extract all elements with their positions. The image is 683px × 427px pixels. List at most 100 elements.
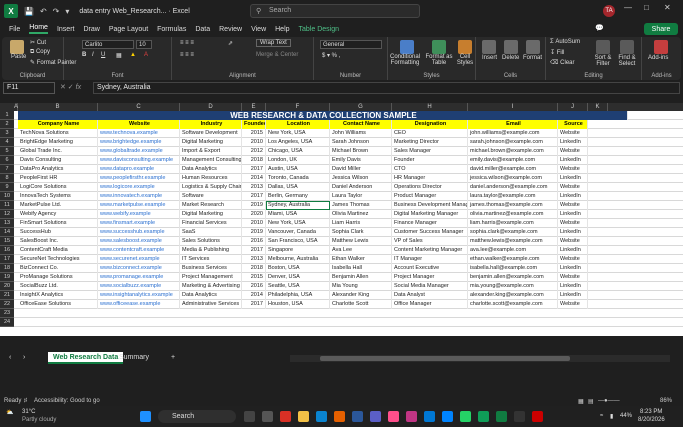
italic-button[interactable]: I [92, 52, 94, 58]
fx-icon[interactable]: ✕ ✓ fx [60, 83, 81, 91]
table-cell[interactable]: Chicago, USA [266, 147, 330, 156]
table-cell[interactable]: Digital Marketing Manager [392, 210, 468, 219]
table-cell[interactable]: LinkedIn [558, 264, 588, 273]
tab-summary[interactable]: Summary [114, 352, 154, 364]
table-cell[interactable]: olivia.martinez@example.com [468, 210, 558, 219]
table-cell[interactable]: San Francisco, USA [266, 237, 330, 246]
table-cell[interactable]: www.peoplefirsthr.example [98, 174, 180, 183]
sheet-title[interactable]: WEB RESEARCH & DATA COLLECTION SAMPLE [18, 111, 628, 120]
table-cell[interactable]: Melbourne, Australia [266, 255, 330, 264]
delete-cells-icon[interactable] [504, 40, 518, 54]
table-cell[interactable]: CEO [392, 129, 468, 138]
column-header-e[interactable]: E [242, 103, 266, 111]
table-cell[interactable]: Miami, USA [266, 210, 330, 219]
table-cell[interactable]: Jessica Wilson [330, 174, 392, 183]
merge-center-button[interactable]: Merge & Center [256, 52, 298, 58]
teams-icon[interactable] [370, 411, 381, 422]
wrap-text-button[interactable]: Wrap Text [256, 39, 291, 47]
fill-button[interactable]: ↧ Fill [550, 49, 564, 56]
tab-table-design[interactable]: Table Design [299, 26, 339, 33]
tab-file[interactable]: File [9, 26, 20, 33]
table-cell[interactable]: Marketing & Advertising [180, 282, 242, 291]
table-cell[interactable]: www.insightanalytics.example [98, 291, 180, 300]
close-icon[interactable]: ✕ [664, 3, 671, 12]
table-cell[interactable]: laura.taylor@example.com [468, 192, 558, 201]
table-cell[interactable]: sarah.johnson@example.com [468, 138, 558, 147]
align-top-icon[interactable]: ≡ ≡ ≡ [180, 40, 194, 46]
store-icon[interactable] [424, 411, 435, 422]
table-cell[interactable]: Financial Services [180, 219, 242, 228]
file-explorer-icon[interactable] [298, 411, 309, 422]
conditional-formatting-icon[interactable] [400, 40, 414, 54]
tab-help[interactable]: Help [275, 26, 289, 33]
table-cell[interactable]: IT Manager [392, 255, 468, 264]
table-cell[interactable]: Digital Marketing [180, 210, 242, 219]
table-cell[interactable]: Alexander King [330, 291, 392, 300]
row-header[interactable]: 15 [0, 237, 14, 246]
table-cell[interactable]: 2015 [242, 273, 266, 282]
tab-page-layout[interactable]: Page Layout [109, 26, 148, 33]
table-row[interactable]: BrightEdge Marketing www.brightedge.examp… [14, 138, 683, 147]
row-header[interactable]: 18 [0, 264, 14, 273]
table-cell[interactable]: benjamin.allen@example.com [468, 273, 558, 282]
table-cell[interactable]: Liam Harris [330, 219, 392, 228]
name-box[interactable]: F11 [3, 82, 55, 94]
table-cell[interactable]: Founder [392, 156, 468, 165]
format-cells-icon[interactable] [526, 40, 540, 54]
table-cell[interactable]: LinkedIn [558, 174, 588, 183]
table-cell[interactable]: Boston, USA [266, 264, 330, 273]
borders-icon[interactable]: ▦ [116, 52, 122, 59]
table-row[interactable]: MarketPulse Ltd. www.marketpulse.example M… [14, 201, 683, 210]
weather-temp[interactable]: 31°C [22, 409, 35, 415]
table-cell[interactable]: Charlotte Scott [330, 300, 392, 309]
table-cell[interactable]: Dallas, USA [266, 183, 330, 192]
table-cell[interactable]: 2017 [242, 192, 266, 201]
table-cell[interactable]: LinkedIn [558, 210, 588, 219]
empty-row[interactable] [14, 318, 683, 327]
table-cell[interactable]: New York, USA [266, 219, 330, 228]
table-cell[interactable]: Finance Manager [392, 219, 468, 228]
table-cell[interactable]: John Williams [330, 129, 392, 138]
table-cell[interactable]: Austin, USA [266, 165, 330, 174]
row-header[interactable]: 9 [0, 183, 14, 192]
table-cell[interactable]: 2013 [242, 255, 266, 264]
firefox-icon[interactable] [334, 411, 345, 422]
table-row[interactable]: Webify Agency www.webify.example Digital M… [14, 210, 683, 219]
table-row[interactable]: ProManage Solutions www.promanage.example… [14, 273, 683, 282]
column-header-b[interactable]: B [18, 103, 98, 111]
search-box[interactable]: ⚲ Search [250, 4, 420, 18]
table-row[interactable]: SocialBuzz Ltd. www.socialbuzz.example Mar… [14, 282, 683, 291]
table-cell[interactable]: Content Marketing Manager [392, 246, 468, 255]
font-name-select[interactable]: Carlito [82, 40, 134, 49]
share-button[interactable]: Share [644, 23, 678, 35]
tab-formulas[interactable]: Formulas [157, 26, 186, 33]
table-cell[interactable]: Industry [180, 120, 242, 129]
table-row[interactable]: InnovaTech Systems www.innovatech.example… [14, 192, 683, 201]
table-cell[interactable]: www.brightedge.example [98, 138, 180, 147]
app-icon[interactable] [388, 411, 399, 422]
bold-button[interactable]: B [82, 52, 86, 58]
table-cell[interactable]: Project Management [180, 273, 242, 282]
table-cell[interactable]: Sarah Johnson [330, 138, 392, 147]
table-cell[interactable]: www.finsmart.example [98, 219, 180, 228]
table-cell[interactable]: LinkedIn [558, 282, 588, 291]
font-color-icon[interactable]: A [144, 52, 148, 58]
font-size-select[interactable]: 10 [136, 40, 152, 49]
table-cell[interactable]: www.successhub.example [98, 228, 180, 237]
table-cell[interactable]: SuccessHub [18, 228, 98, 237]
table-cell[interactable]: john.williams@example.com [468, 129, 558, 138]
table-cell[interactable]: Project Manager [392, 273, 468, 282]
table-cell[interactable]: LinkedIn [558, 156, 588, 165]
column-header-h[interactable]: H [392, 103, 468, 111]
table-cell[interactable]: www.innovatech.example [98, 192, 180, 201]
table-cell[interactable]: 2012 [242, 147, 266, 156]
table-cell[interactable]: OfficeEase Solutions [18, 300, 98, 309]
edge-icon[interactable] [316, 411, 327, 422]
paste-icon[interactable] [10, 40, 24, 54]
weather-desc[interactable]: Partly cloudy [22, 417, 56, 423]
row-header[interactable]: 22 [0, 300, 14, 309]
minimize-icon[interactable]: — [624, 3, 632, 12]
table-cell[interactable]: Benjamin Allen [330, 273, 392, 282]
table-cell[interactable]: Office Manager [392, 300, 468, 309]
table-cell[interactable]: Import & Export [180, 147, 242, 156]
